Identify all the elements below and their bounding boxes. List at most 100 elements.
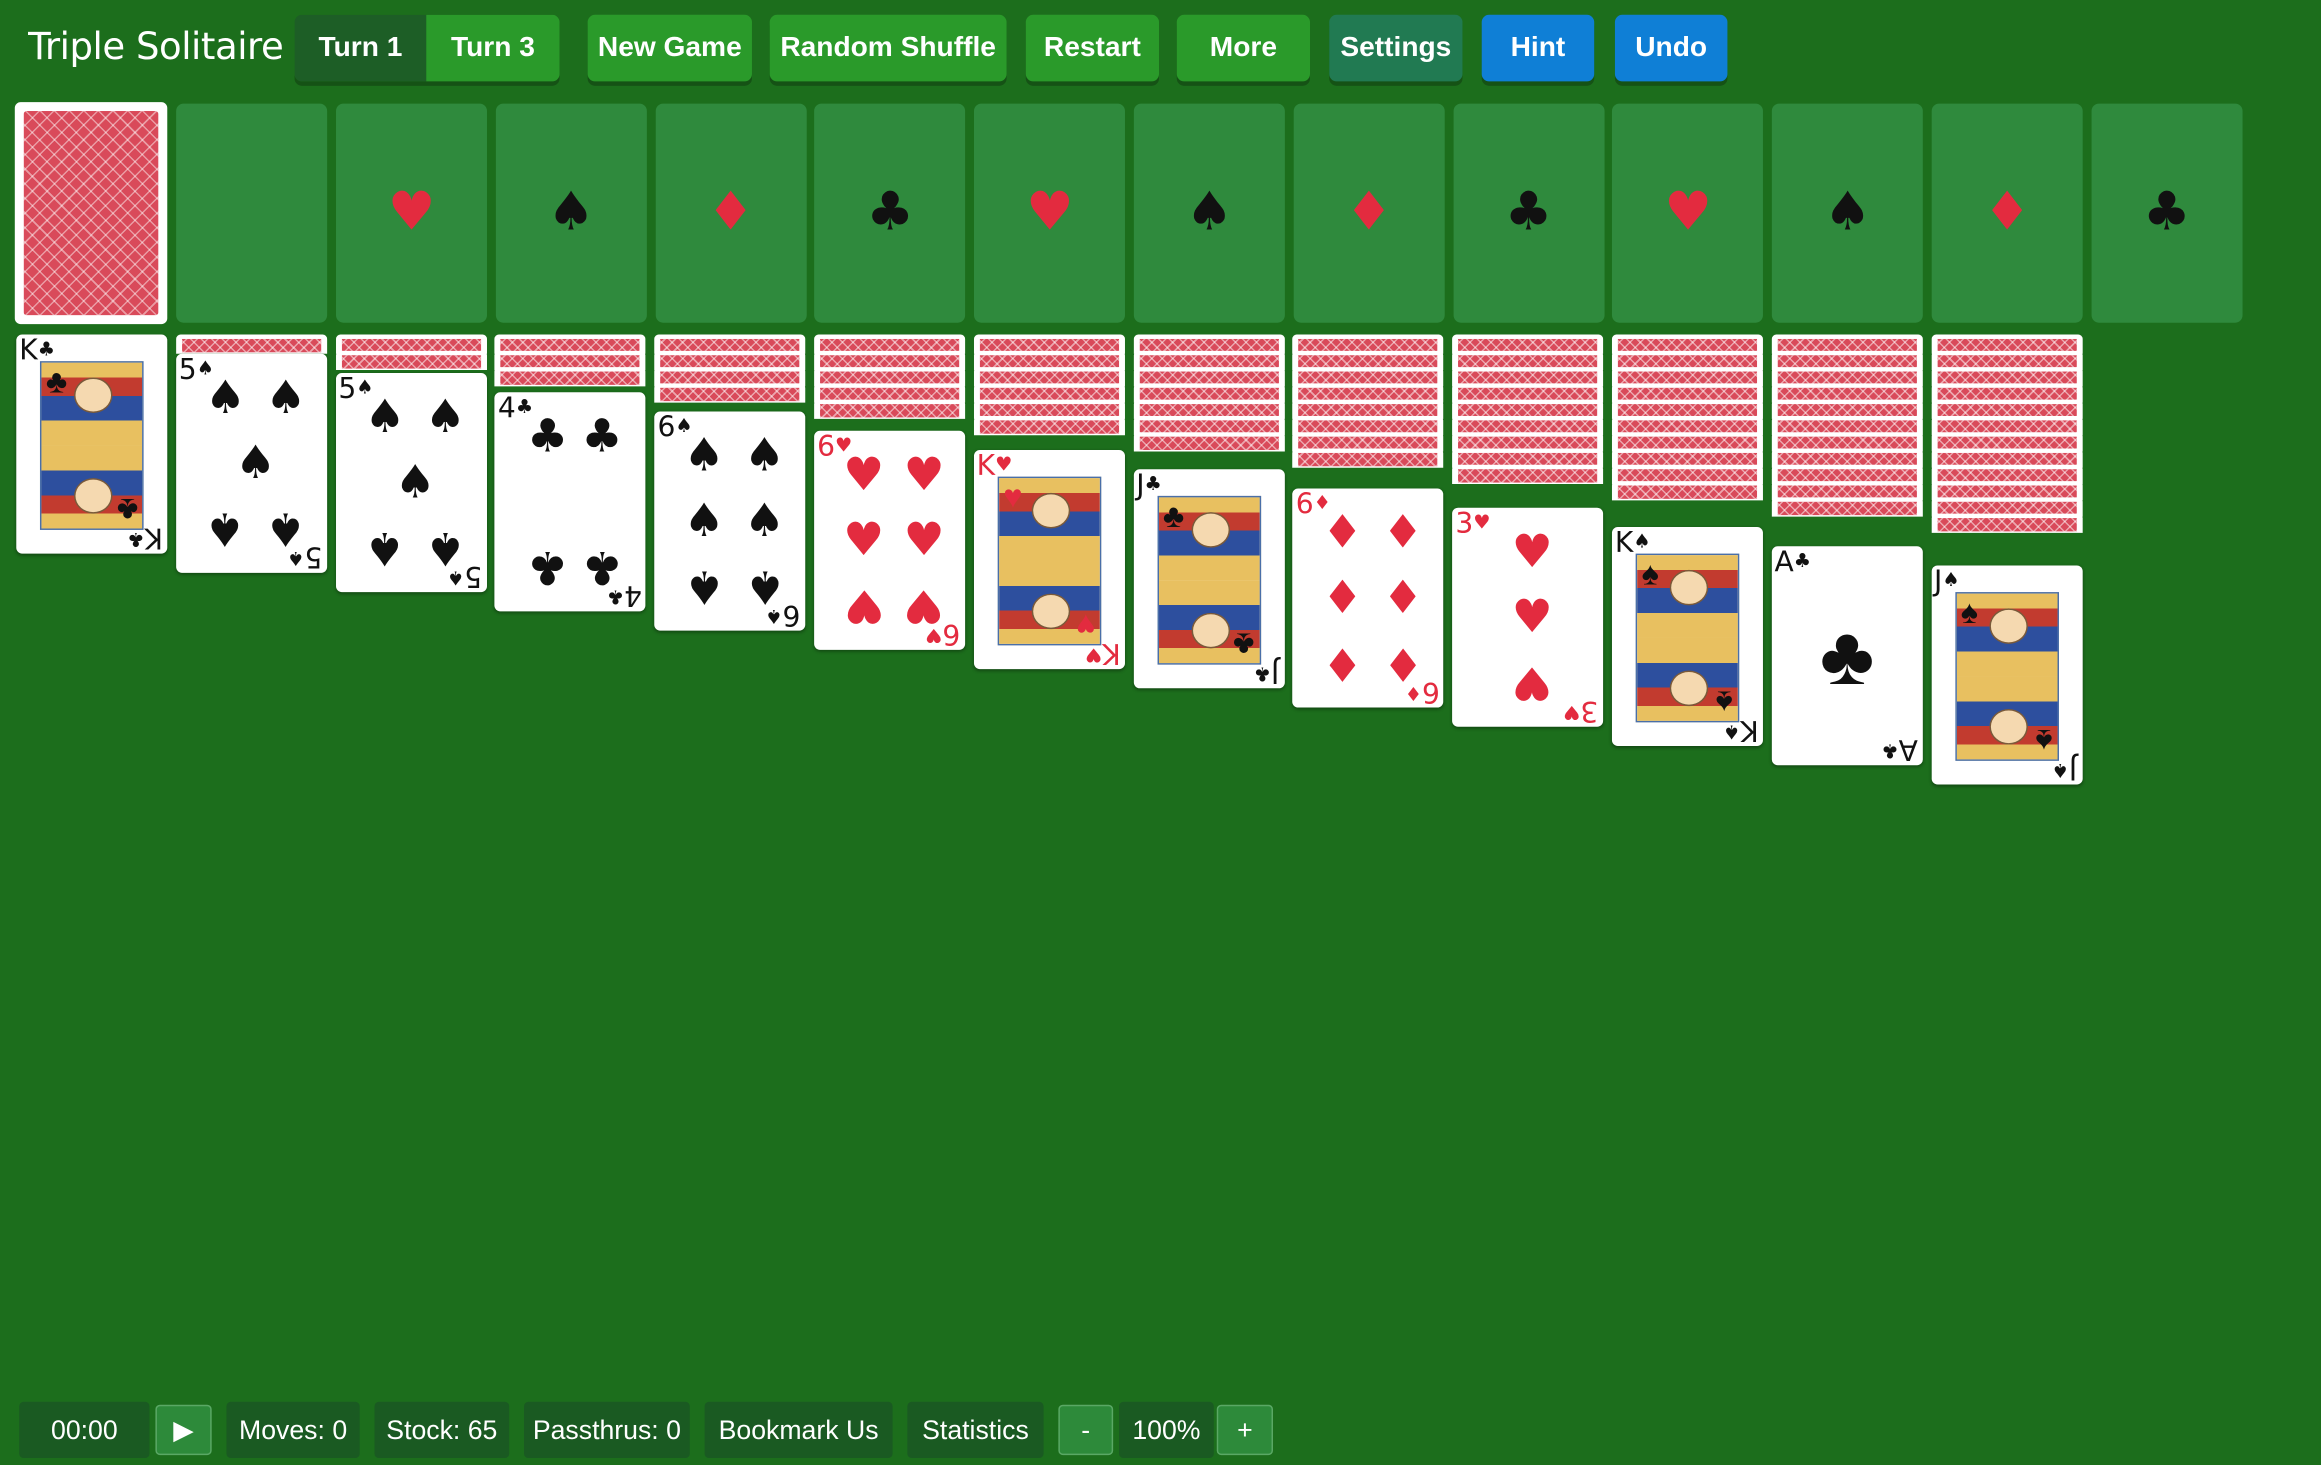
moves-count: Moves: 0 bbox=[226, 1401, 360, 1459]
card-rank: J bbox=[1271, 655, 1280, 689]
zoom-out-button[interactable]: - bbox=[1058, 1404, 1114, 1456]
card-rank: 6 bbox=[783, 598, 802, 631]
card-rank: 4 bbox=[497, 392, 516, 425]
statistics-button[interactable]: Statistics bbox=[907, 1401, 1044, 1459]
hearts-icon: ♥ bbox=[387, 182, 436, 243]
foundation-slot-clubs[interactable]: ♣ bbox=[814, 103, 966, 323]
clubs-icon: ♣ bbox=[581, 409, 623, 463]
diamonds-icon: ♦ bbox=[706, 182, 755, 243]
card-6-of-diamonds[interactable]: 6♦ 6♦ ♦ ♦ ♦ ♦ ♦ ♦ bbox=[1292, 488, 1444, 708]
diamonds-icon: ♦ bbox=[1321, 637, 1363, 691]
hearts-icon: ♥ bbox=[1511, 656, 1553, 710]
card-rank: J bbox=[2069, 751, 2078, 785]
hearts-icon: ♥ bbox=[1664, 182, 1712, 243]
hearts-icon: ♥ bbox=[1511, 590, 1553, 644]
waste-pile[interactable] bbox=[176, 103, 328, 323]
foundation-slot-clubs[interactable]: ♣ bbox=[2091, 103, 2243, 323]
foundation-slot-diamonds[interactable]: ♦ bbox=[655, 103, 807, 323]
card-a-of-clubs[interactable]: A♣ A♣ ♣ bbox=[1771, 546, 1923, 766]
card-rank: 4 bbox=[623, 578, 642, 612]
foundation-slot-clubs[interactable]: ♣ bbox=[1452, 103, 1604, 323]
card-rank: K bbox=[1740, 713, 1759, 747]
card-5-of-spades[interactable]: 5♠ 5♠ ♠ ♠ ♠ ♠ ♠ bbox=[175, 353, 327, 573]
card-rank: 5 bbox=[464, 559, 482, 593]
diamonds-icon: ♦ bbox=[1345, 182, 1393, 243]
spades-icon: ♠ bbox=[265, 370, 307, 425]
hearts-icon: ♥ bbox=[1511, 524, 1553, 579]
clubs-icon: ♣ bbox=[1819, 608, 1875, 702]
card-5-of-spades[interactable]: 5♠ 5♠ ♠ ♠ ♠ ♠ ♠ bbox=[335, 373, 487, 593]
card-rank: 6 bbox=[657, 411, 676, 445]
passthrus-count: Passthrus: 0 bbox=[524, 1401, 690, 1459]
foundation-slot-spades[interactable]: ♠ bbox=[495, 103, 647, 323]
hearts-icon: ♥ bbox=[843, 579, 885, 633]
bookmark-button[interactable]: Bookmark Us bbox=[704, 1401, 893, 1459]
clubs-icon: ♣ bbox=[526, 540, 569, 595]
hearts-icon: ♥ bbox=[1563, 700, 1582, 723]
turn-3-button[interactable]: Turn 3 bbox=[426, 14, 560, 82]
face-down-card bbox=[335, 350, 487, 371]
card-3-of-hearts[interactable]: 3♥ 3♥ ♥ ♥ ♥ bbox=[1452, 507, 1604, 727]
clubs-icon: ♣ bbox=[526, 409, 569, 463]
card-corner-index: A♣ bbox=[1882, 732, 1919, 766]
restart-button[interactable]: Restart bbox=[1025, 14, 1160, 82]
spades-icon: ♠ bbox=[424, 390, 466, 444]
card-j-of-spades[interactable]: J♠ J♠ ♠ ♠ bbox=[1931, 565, 2083, 785]
foundation-slot-hearts[interactable]: ♥ bbox=[336, 103, 487, 323]
new-game-button[interactable]: New Game bbox=[587, 14, 752, 82]
card-rank: A bbox=[1774, 546, 1794, 579]
spades-icon: ♠ bbox=[394, 455, 436, 510]
spades-icon: ♠ bbox=[265, 502, 307, 556]
diamonds-icon: ♦ bbox=[1382, 571, 1424, 625]
card-rank: 5 bbox=[178, 353, 197, 387]
court-card-portrait: ♥ ♥ bbox=[997, 476, 1101, 646]
spades-icon: ♠ bbox=[743, 494, 786, 548]
card-rank: K bbox=[144, 521, 163, 554]
card-rank: 6 bbox=[1295, 488, 1314, 522]
card-6-of-spades[interactable]: 6♠ 6♠ ♠ ♠ ♠ ♠ ♠ ♠ bbox=[654, 411, 806, 631]
card-k-of-hearts[interactable]: K♥ K♥ ♥ ♥ bbox=[973, 449, 1125, 670]
card-rank: K bbox=[976, 449, 996, 483]
card-rank: A bbox=[1898, 732, 1919, 766]
spades-icon: ♠ bbox=[1716, 683, 1734, 721]
clubs-icon: ♣ bbox=[866, 182, 915, 243]
clubs-icon: ♣ bbox=[1162, 497, 1185, 535]
stock-pile[interactable] bbox=[14, 102, 168, 325]
card-corner-index: 3♥ bbox=[1563, 694, 1599, 727]
card-k-of-clubs[interactable]: K♣ K♣ ♣ ♣ bbox=[16, 334, 168, 554]
play-button[interactable]: ▶ bbox=[155, 1404, 212, 1456]
more-button[interactable]: More bbox=[1176, 14, 1311, 82]
clubs-icon: ♣ bbox=[2142, 182, 2191, 243]
spades-icon: ♠ bbox=[683, 560, 725, 614]
hearts-icon: ♥ bbox=[1084, 642, 1102, 665]
hint-button[interactable]: Hint bbox=[1481, 14, 1595, 82]
foundation-slot-spades[interactable]: ♠ bbox=[1772, 103, 1924, 323]
foundation-slot-diamonds[interactable]: ♦ bbox=[1931, 103, 2083, 323]
diamonds-icon: ♦ bbox=[1321, 571, 1363, 625]
face-down-card bbox=[175, 334, 327, 354]
turn-1-button[interactable]: Turn 1 bbox=[294, 14, 427, 82]
foundation-slot-spades[interactable]: ♠ bbox=[1133, 103, 1285, 323]
foundation-slot-diamonds[interactable]: ♦ bbox=[1293, 103, 1445, 323]
foundation-slot-hearts[interactable]: ♥ bbox=[974, 103, 1126, 323]
face-down-card bbox=[494, 367, 646, 387]
foundation-slot-hearts[interactable]: ♥ bbox=[1612, 103, 1764, 323]
random-shuffle-button[interactable]: Random Shuffle bbox=[769, 14, 1007, 82]
card-6-of-hearts[interactable]: 6♥ 6♥ ♥ ♥ ♥ ♥ ♥ ♥ bbox=[814, 430, 966, 650]
card-k-of-spades[interactable]: K♠ K♠ ♠ ♠ bbox=[1611, 526, 1763, 747]
settings-button[interactable]: Settings bbox=[1329, 14, 1463, 82]
spades-icon: ♠ bbox=[2035, 722, 2053, 760]
clubs-icon: ♣ bbox=[127, 526, 145, 550]
undo-button[interactable]: Undo bbox=[1614, 14, 1728, 82]
diamonds-icon: ♦ bbox=[1983, 182, 2032, 243]
face-down-card bbox=[654, 383, 806, 403]
court-card-portrait: ♠ ♠ bbox=[1635, 553, 1740, 723]
spades-icon: ♠ bbox=[1633, 531, 1651, 554]
card-4-of-clubs[interactable]: 4♣ 4♣ ♣ ♣ ♣ ♣ bbox=[494, 392, 646, 612]
top-bar: Triple Solitaire Turn 1 Turn 3 New Game … bbox=[0, 0, 2321, 95]
card-j-of-clubs[interactable]: J♣ J♣ ♣ ♣ bbox=[1133, 469, 1285, 689]
hearts-icon: ♥ bbox=[1025, 182, 1074, 243]
clubs-icon: ♣ bbox=[116, 491, 138, 529]
spades-icon: ♠ bbox=[547, 182, 595, 243]
zoom-in-button[interactable]: + bbox=[1216, 1404, 1273, 1456]
